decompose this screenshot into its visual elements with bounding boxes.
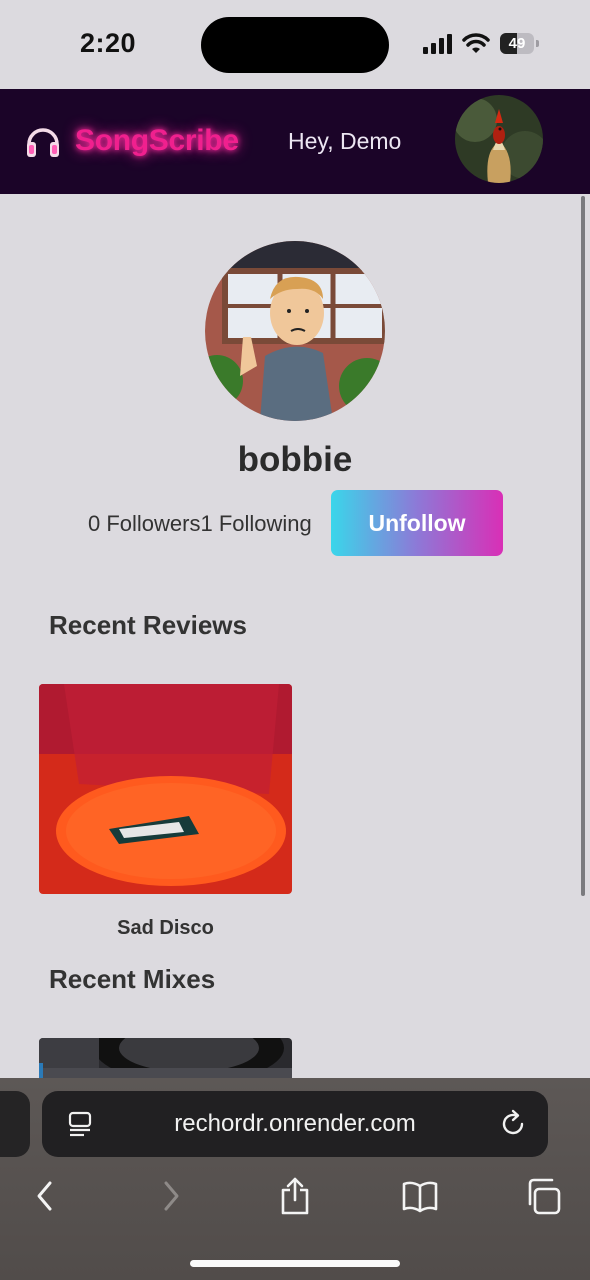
- bookmarks-icon[interactable]: [401, 1176, 439, 1216]
- tabs-icon[interactable]: [526, 1176, 562, 1216]
- wifi-icon: [462, 33, 490, 53]
- headphones-icon[interactable]: [24, 120, 62, 160]
- dynamic-island: [201, 17, 389, 73]
- back-icon[interactable]: [34, 1176, 56, 1216]
- recent-reviews-heading: Recent Reviews: [49, 610, 247, 640]
- profile-avatar: [205, 241, 385, 421]
- review-album-title[interactable]: Sad Disco: [39, 917, 292, 940]
- review-album-cover[interactable]: [39, 684, 292, 894]
- unfollow-button[interactable]: Unfollow: [331, 490, 503, 556]
- user-greeting: Hey, Demo: [288, 128, 402, 154]
- battery-level: 49: [508, 35, 526, 52]
- status-time: 2:20: [80, 28, 137, 58]
- brand-logo[interactable]: SongScribe: [75, 124, 239, 158]
- user-avatar[interactable]: [455, 95, 543, 183]
- url-text[interactable]: rechordr.onrender.com: [110, 1110, 480, 1138]
- recent-mixes-heading: Recent Mixes: [49, 964, 216, 994]
- home-indicator[interactable]: [190, 1260, 400, 1267]
- battery-icon: 49: [500, 33, 540, 54]
- share-icon[interactable]: [279, 1176, 311, 1216]
- profile-username: bobbie: [237, 440, 353, 479]
- signal-icon: [423, 34, 452, 54]
- reader-icon[interactable]: [66, 1110, 94, 1138]
- mix-cover[interactable]: [39, 1038, 292, 1080]
- forward-icon[interactable]: [160, 1176, 182, 1216]
- page-scrollbar[interactable]: [581, 196, 585, 896]
- previous-tab-preview[interactable]: [0, 1091, 30, 1157]
- reload-icon[interactable]: [500, 1108, 528, 1138]
- follow-stats[interactable]: 0 Followers1 Following: [88, 511, 312, 537]
